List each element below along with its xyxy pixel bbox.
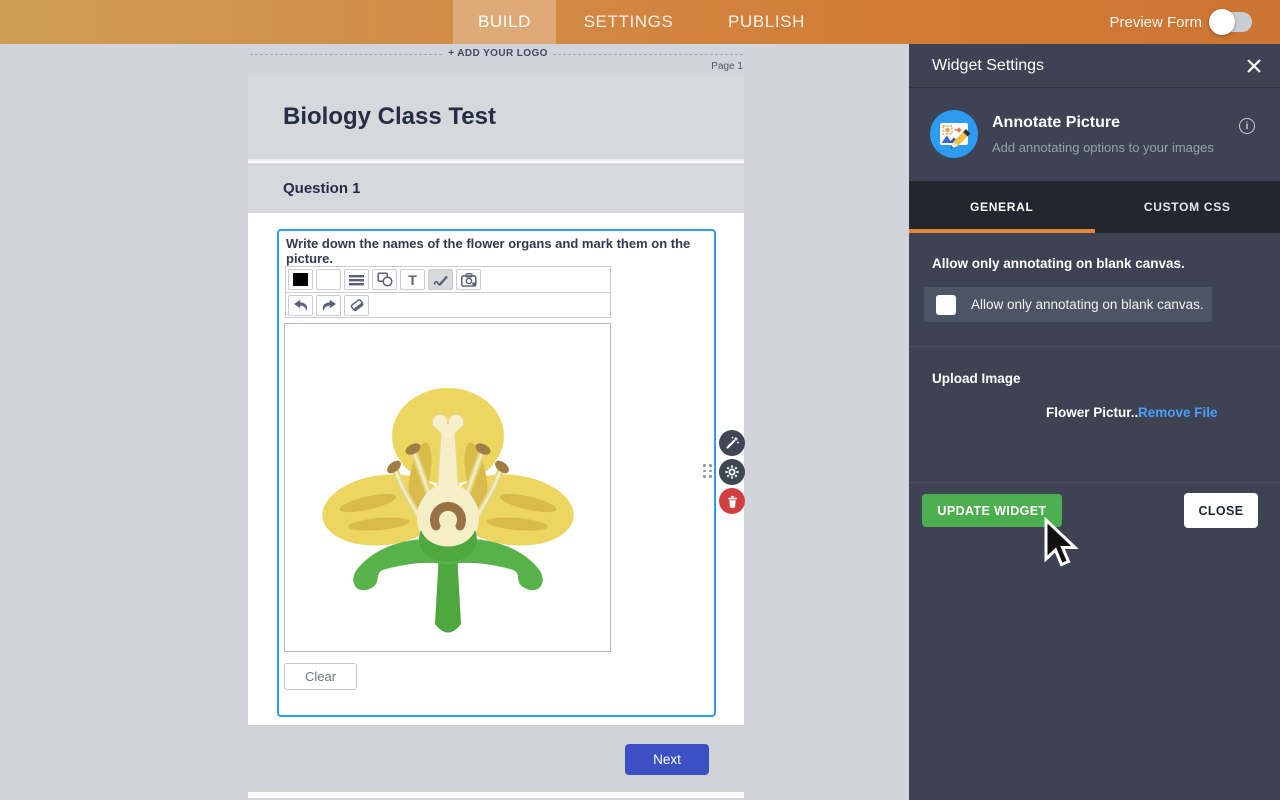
info-icon[interactable]: i <box>1239 118 1255 134</box>
white-swatch-fill <box>321 273 336 286</box>
preview-form-control: Preview Form <box>1109 0 1252 44</box>
black-swatch-fill <box>293 273 308 286</box>
tab-build[interactable]: BUILD <box>453 0 556 44</box>
question-header-section[interactable]: Question 1 <box>248 163 744 213</box>
gear-icon <box>725 465 739 479</box>
close-icon[interactable] <box>1245 57 1263 75</box>
tab-custom-css[interactable]: CUSTOM CSS <box>1095 181 1280 233</box>
update-widget-button[interactable]: UPDATE WIDGET <box>922 494 1062 527</box>
question-label: Question 1 <box>283 180 361 197</box>
toggle-knob <box>1209 9 1235 35</box>
magic-wand-button[interactable] <box>719 430 745 456</box>
widget-name: Annotate Picture <box>992 114 1120 132</box>
widget-settings-button[interactable] <box>719 459 745 485</box>
delete-widget-button[interactable] <box>719 488 745 514</box>
blank-canvas-option-label: Allow only annotating on blank canvas. <box>932 256 1185 271</box>
next-page-button[interactable]: Next <box>625 744 709 775</box>
logo-dashed-line-left <box>250 54 442 55</box>
form-builder-canvas: + ADD YOUR LOGO Page 1 Biology Class Tes… <box>0 44 909 800</box>
blank-canvas-checkbox-row[interactable]: Allow only annotating on blank canvas. <box>924 287 1212 322</box>
annotate-picture-icon <box>930 110 978 158</box>
draw-tool-icon[interactable] <box>428 269 453 290</box>
tab-general[interactable]: GENERAL <box>909 181 1095 233</box>
form-title: Biology Class Test <box>283 103 496 131</box>
drag-handle[interactable] <box>703 464 712 478</box>
form-footer: Next <box>248 725 744 792</box>
preview-form-label: Preview Form <box>1109 14 1202 31</box>
top-navigation-bar: BUILD SETTINGS PUBLISH Preview Form <box>0 0 1280 44</box>
uploaded-file-name: Flower Pictur... <box>1046 405 1142 420</box>
magic-wand-icon <box>725 436 739 450</box>
page-number-label: Page 1 <box>640 61 743 72</box>
redo-icon[interactable] <box>316 295 341 316</box>
widget-description: Add annotating options to your images <box>992 140 1214 155</box>
clear-canvas-button[interactable]: Clear <box>284 663 357 690</box>
tab-settings[interactable]: SETTINGS <box>560 0 697 44</box>
upload-image-label: Upload Image <box>932 371 1021 386</box>
insert-image-icon[interactable] <box>456 269 481 290</box>
blank-canvas-checkbox-label: Allow only annotating on blank canvas. <box>971 297 1204 312</box>
line-width-icon[interactable] <box>344 269 369 290</box>
panel-divider <box>909 346 1280 347</box>
blank-canvas-checkbox[interactable] <box>936 295 956 315</box>
undo-icon[interactable] <box>288 295 313 316</box>
annotate-toolbar-actions <box>285 292 611 318</box>
flower-diagram-image <box>285 324 610 651</box>
close-panel-button[interactable]: CLOSE <box>1184 493 1258 528</box>
panel-title: Widget Settings <box>932 57 1245 75</box>
logo-dashed-line-right <box>553 54 743 55</box>
annotate-toolbar-tools: T <box>285 266 611 293</box>
panel-tabs: GENERAL CUSTOM CSS <box>909 181 1280 233</box>
widget-info-row: Annotate Picture Add annotating options … <box>909 88 1280 181</box>
eraser-icon[interactable] <box>344 295 369 316</box>
annotation-canvas[interactable] <box>284 323 611 652</box>
text-tool-icon[interactable]: T <box>400 269 425 290</box>
form-title-section[interactable]: Biology Class Test <box>248 75 744 161</box>
black-color-swatch[interactable] <box>288 269 313 290</box>
trash-icon <box>726 495 739 508</box>
panel-divider <box>909 482 1280 483</box>
remove-file-link[interactable]: Remove File <box>1138 405 1218 420</box>
add-logo-button[interactable]: + ADD YOUR LOGO <box>444 48 552 59</box>
form-card: Biology Class Test Question 1 Write down… <box>248 75 744 798</box>
preview-form-toggle[interactable] <box>1212 12 1252 32</box>
white-color-swatch[interactable] <box>316 269 341 290</box>
question-text: Write down the names of the flower organ… <box>286 236 706 266</box>
tab-publish[interactable]: PUBLISH <box>701 0 832 44</box>
shapes-icon[interactable] <box>372 269 397 290</box>
widget-settings-panel: Widget Settings Annotate Picture Add ann… <box>909 44 1280 800</box>
panel-header: Widget Settings <box>909 44 1280 88</box>
